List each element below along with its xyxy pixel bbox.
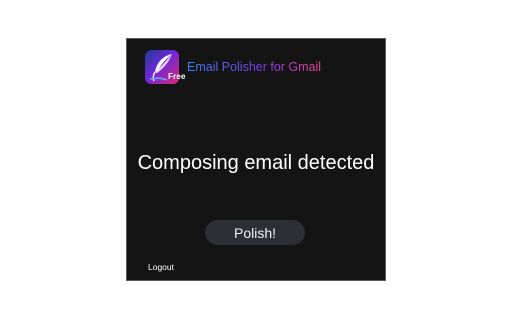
- app-title: Email Polisher for Gmail: [187, 60, 322, 74]
- status-message: Composing email detected: [137, 152, 375, 174]
- extension-popup: Free Email Polisher for Gmail Composing …: [126, 38, 386, 281]
- popup-header: Free Email Polisher for Gmail: [145, 50, 321, 84]
- logout-link[interactable]: Logout: [148, 262, 174, 272]
- polish-button[interactable]: Polish!: [205, 220, 305, 245]
- free-badge: Free: [168, 72, 186, 81]
